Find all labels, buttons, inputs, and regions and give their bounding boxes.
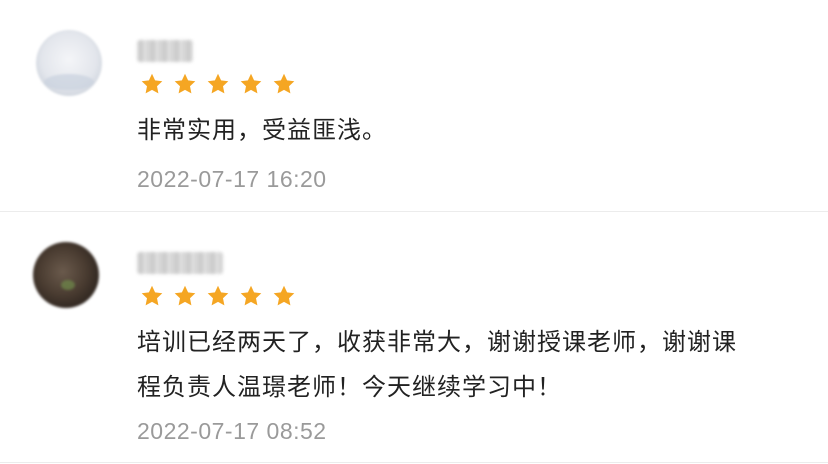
review-item: 培训已经两天了，收获非常大，谢谢授课老师，谢谢课 程负责人温璟老师！今天继续学习…	[0, 212, 828, 464]
star-icon	[141, 73, 163, 94]
review-comment: 培训已经两天了，收获非常大，谢谢授课老师，谢谢课 程负责人温璟老师！今天继续学习…	[137, 328, 737, 401]
star-icon	[273, 73, 295, 94]
star-icon	[207, 73, 229, 94]
review-item: 非常实用，受益匪浅。 2022-07-17 16:20	[0, 0, 828, 212]
divider	[0, 462, 828, 463]
review-timestamp: 2022-07-17 16:20	[137, 166, 327, 192]
star-icon	[240, 285, 262, 306]
star-icon	[174, 285, 196, 306]
star-icon	[141, 285, 163, 306]
review-timestamp: 2022-07-17 08:52	[137, 418, 327, 444]
avatar[interactable]	[33, 242, 99, 308]
star-icon	[174, 73, 196, 94]
star-icon	[240, 73, 262, 94]
avatar[interactable]	[36, 30, 102, 96]
star-icon	[273, 285, 295, 306]
star-rating	[140, 284, 296, 310]
star-rating	[140, 72, 296, 98]
review-list: 非常实用，受益匪浅。 2022-07-17 16:20 培训已经两天了，收获非常…	[0, 0, 828, 464]
review-comment: 非常实用，受益匪浅。	[137, 116, 387, 144]
username-blurred	[137, 40, 193, 62]
username-blurred	[137, 252, 223, 274]
star-icon	[207, 285, 229, 306]
